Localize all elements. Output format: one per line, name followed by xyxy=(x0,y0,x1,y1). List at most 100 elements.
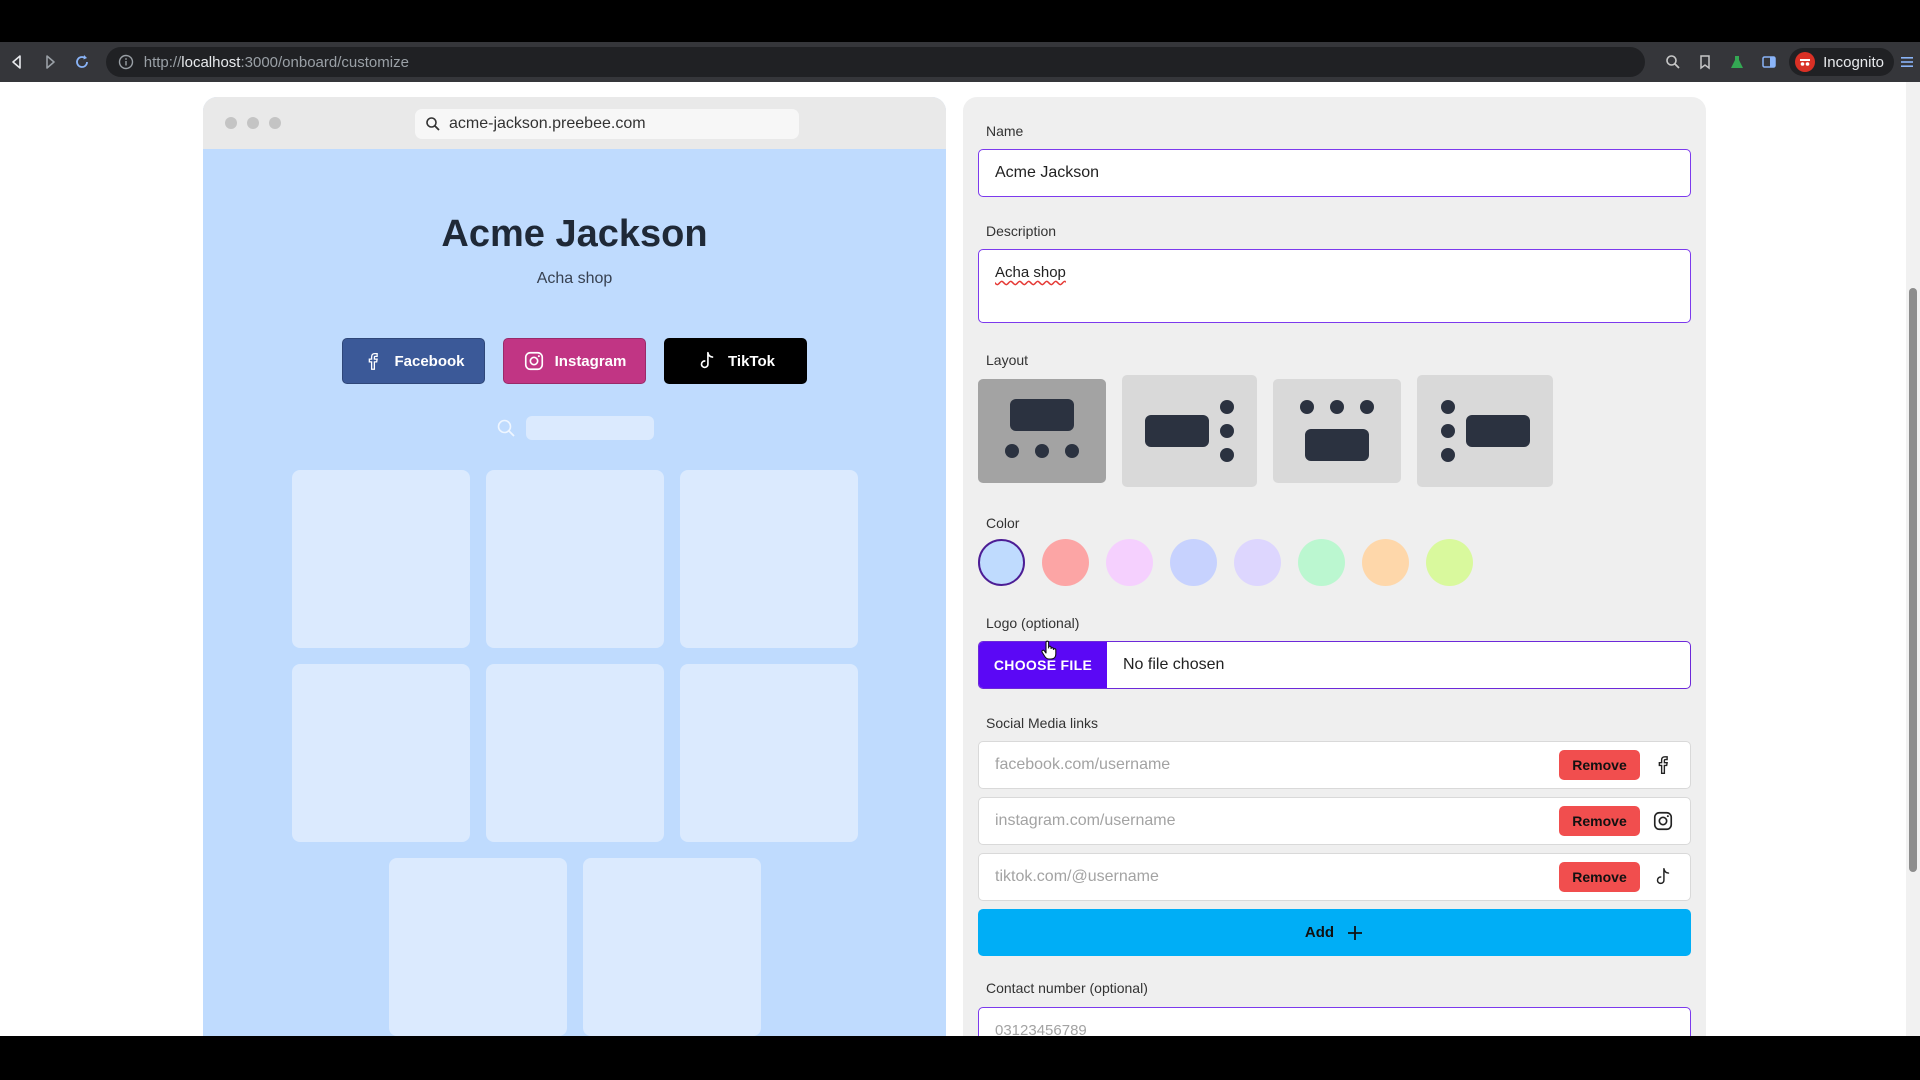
product-placeholder xyxy=(486,470,664,648)
customize-form: Name Acme Jackson Description Acha shop … xyxy=(963,97,1706,1036)
contact-number-input[interactable]: 03123456789 xyxy=(978,1007,1691,1036)
preview-search-bar xyxy=(525,416,654,440)
tiktok-url-input[interactable]: tiktok.com/@username xyxy=(995,868,1559,886)
facebook-icon xyxy=(1652,754,1674,776)
forward-arrow-icon xyxy=(46,55,55,69)
incognito-indicator[interactable]: Incognito xyxy=(1789,48,1894,76)
preview-address: acme-jackson.preebee.com xyxy=(449,115,646,132)
remove-facebook-button[interactable]: Remove xyxy=(1559,750,1640,780)
preview-social-buttons: Facebook Instagram TikTok xyxy=(203,338,946,384)
contact-label: Contact number (optional) xyxy=(986,980,1148,996)
instagram-icon xyxy=(1652,810,1674,832)
preview-facebook-button[interactable]: Facebook xyxy=(342,338,485,384)
color-label: Color xyxy=(986,515,1020,531)
preview-shop-title: Acme Jackson xyxy=(441,213,708,255)
preview-product-grid xyxy=(292,470,858,1036)
product-placeholder xyxy=(486,664,664,842)
screen-top-border xyxy=(0,0,1920,42)
preview-instagram-label: Instagram xyxy=(554,352,627,370)
add-social-link-button[interactable]: Add xyxy=(978,909,1691,956)
instagram-icon xyxy=(524,351,543,371)
logo-label: Logo (optional) xyxy=(986,615,1080,631)
description-textarea[interactable]: Acha shop xyxy=(978,249,1691,323)
reload-button[interactable] xyxy=(67,46,98,78)
layout-option-right[interactable] xyxy=(1122,375,1257,487)
layout-option-left[interactable] xyxy=(1417,375,1553,487)
extension-button[interactable] xyxy=(1721,46,1753,78)
product-placeholder xyxy=(292,664,470,842)
add-label: Add xyxy=(1304,924,1335,941)
social-link-row-tiktok: tiktok.com/@username Remove xyxy=(978,853,1691,901)
facebook-url-input[interactable]: facebook.com/username xyxy=(995,756,1559,774)
remove-tiktok-button[interactable]: Remove xyxy=(1559,862,1640,892)
scrollbar-thumb[interactable] xyxy=(1909,288,1917,872)
url-prefix: http:// xyxy=(143,53,182,71)
product-placeholder xyxy=(583,858,761,1036)
side-panel-button[interactable] xyxy=(1753,46,1785,78)
layout-left-icon xyxy=(1441,400,1530,462)
layout-option-bottom[interactable] xyxy=(1273,379,1401,483)
layout-options xyxy=(978,375,1553,487)
preview-facebook-label: Facebook xyxy=(394,352,465,370)
tiktok-icon xyxy=(700,351,714,369)
name-input[interactable]: Acme Jackson xyxy=(978,149,1691,197)
name-label: Name xyxy=(986,123,1024,139)
back-button[interactable] xyxy=(2,46,33,78)
product-placeholder xyxy=(292,470,470,648)
preview-instagram-button[interactable]: Instagram xyxy=(503,338,646,384)
address-bar[interactable]: http://localhost:3000/onboard/customize xyxy=(105,47,1646,77)
tiktok-icon xyxy=(1652,866,1674,888)
social-link-row-instagram: instagram.com/username Remove xyxy=(978,797,1691,845)
layout-right-icon xyxy=(1144,400,1234,462)
search-icon xyxy=(497,419,515,437)
color-swatch[interactable] xyxy=(1234,539,1281,586)
url-path: :3000/onboard/customize xyxy=(240,53,409,71)
preview-address-bar: acme-jackson.preebee.com xyxy=(415,109,799,139)
remove-instagram-button[interactable]: Remove xyxy=(1559,806,1640,836)
site-info-icon[interactable] xyxy=(118,54,134,70)
color-swatch[interactable] xyxy=(1170,539,1217,586)
layout-label: Layout xyxy=(986,352,1029,368)
facebook-icon xyxy=(369,353,379,370)
color-swatch[interactable] xyxy=(1426,539,1473,586)
zoom-button[interactable] xyxy=(1657,46,1689,78)
hand-cursor-icon xyxy=(1041,640,1057,660)
page-scrollbar[interactable] xyxy=(1906,82,1920,1036)
product-placeholder xyxy=(680,470,858,648)
preview-shop-description: Acha shop xyxy=(536,270,613,287)
product-placeholder xyxy=(680,664,858,842)
menu-icon xyxy=(1900,57,1913,67)
instagram-url-input[interactable]: instagram.com/username xyxy=(995,812,1559,830)
description-value: Acha shop xyxy=(995,264,1066,281)
color-swatch[interactable] xyxy=(1362,539,1409,586)
description-label: Description xyxy=(986,223,1057,239)
back-arrow-icon xyxy=(12,55,22,69)
storefront-preview: acme-jackson.preebee.com Acme Jackson Ac… xyxy=(203,97,946,1036)
color-swatch[interactable] xyxy=(978,539,1025,586)
browser-toolbar: http://localhost:3000/onboard/customize … xyxy=(0,42,1920,82)
browser-menu-button[interactable] xyxy=(1894,46,1920,78)
logo-file-input[interactable]: CHOOSE FILE No file chosen xyxy=(978,641,1691,689)
social-links-label: Social Media links xyxy=(986,715,1099,731)
bookmark-icon xyxy=(1700,55,1710,70)
side-panel-icon xyxy=(1762,56,1776,68)
social-link-row-facebook: facebook.com/username Remove xyxy=(978,741,1691,789)
incognito-icon xyxy=(1795,52,1816,72)
plus-icon xyxy=(1348,925,1363,940)
layout-option-top[interactable] xyxy=(978,379,1106,483)
product-placeholder xyxy=(389,858,567,1036)
color-swatch[interactable] xyxy=(1298,539,1345,586)
search-icon xyxy=(426,117,440,131)
color-swatch[interactable] xyxy=(1042,539,1089,586)
preview-browser-bar: acme-jackson.preebee.com xyxy=(203,97,946,149)
preview-search xyxy=(203,416,946,440)
preview-tiktok-button[interactable]: TikTok xyxy=(664,338,807,384)
forward-button[interactable] xyxy=(35,46,66,78)
color-options xyxy=(978,539,1473,586)
bookmark-button[interactable] xyxy=(1689,46,1721,78)
color-swatch[interactable] xyxy=(1106,539,1153,586)
layout-top-icon xyxy=(1005,399,1079,458)
preview-tiktok-label: TikTok xyxy=(728,352,775,370)
file-status: No file chosen xyxy=(1123,656,1225,673)
incognito-label: Incognito xyxy=(1823,53,1884,71)
